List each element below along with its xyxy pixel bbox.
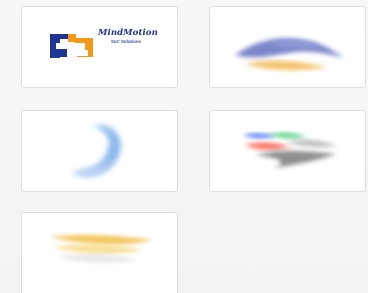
logo-card-blue-crescent[interactable] <box>21 110 178 192</box>
logo-card-gold-wave[interactable] <box>21 212 178 293</box>
brand-text: MindMotion SoC Solutions <box>98 29 158 44</box>
brand-name: MindMotion <box>98 28 158 38</box>
logo-grid: MindMotion SoC Solutions <box>0 0 368 293</box>
logo-card-mindmotion[interactable]: MindMotion SoC Solutions <box>21 6 178 88</box>
crescent-logo-icon <box>71 125 121 178</box>
swirl-logo-icon <box>235 38 344 71</box>
mindmotion-logo-icon <box>50 34 93 58</box>
logo-card-swirl-blue-gold[interactable] <box>209 6 366 88</box>
brand-tagline: SoC Solutions <box>111 38 142 44</box>
gold-wave-logo-icon <box>50 234 153 263</box>
logo-card-multicolor-wave[interactable] <box>209 110 366 192</box>
wave-logo-icon <box>243 132 337 168</box>
